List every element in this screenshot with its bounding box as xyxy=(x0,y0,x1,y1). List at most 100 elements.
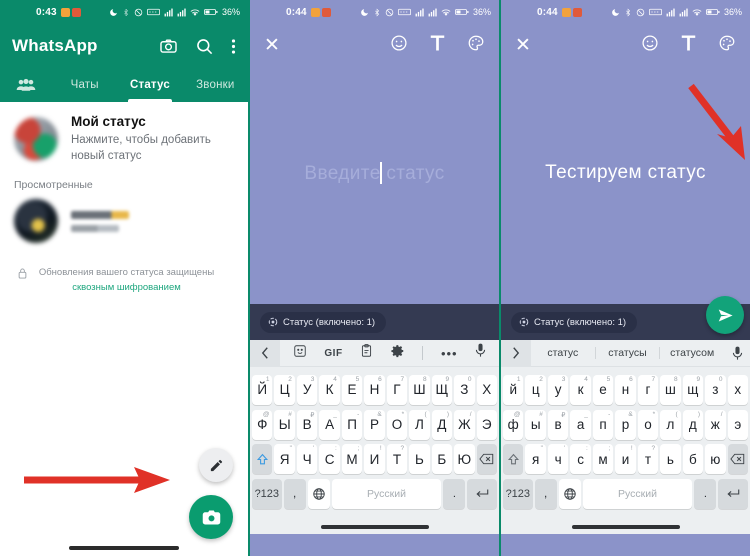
key[interactable]: Ь xyxy=(409,444,430,475)
key[interactable]: ) Д xyxy=(431,409,453,440)
viewed-status-row[interactable] xyxy=(0,195,248,252)
key[interactable]: 5Е xyxy=(341,374,363,405)
key[interactable]: 5е xyxy=(592,374,614,405)
key[interactable]: -П xyxy=(341,409,363,440)
key[interactable]: ₽ В xyxy=(296,409,318,440)
key[interactable]: & Р xyxy=(364,409,385,440)
my-status-row[interactable]: Мой статус Нажмите, чтобы добавить новый… xyxy=(0,102,248,173)
pencil-fab[interactable] xyxy=(199,448,233,482)
key[interactable]: 1Й xyxy=(252,374,273,405)
period-key[interactable]: . xyxy=(443,479,466,510)
key[interactable]: ! и xyxy=(615,444,636,475)
palette-icon[interactable] xyxy=(718,34,736,57)
key[interactable]: ) д xyxy=(682,409,704,440)
key[interactable]: ; М xyxy=(341,444,363,475)
key[interactable]: -п xyxy=(592,409,614,440)
key[interactable]: ю xyxy=(705,444,726,475)
tab-chats[interactable]: Чаты xyxy=(52,68,117,102)
status-privacy-chip[interactable]: Статус (включено: 1) xyxy=(260,311,387,333)
key[interactable]: _ а xyxy=(570,409,591,440)
shift-key[interactable] xyxy=(503,444,524,475)
key[interactable]: 9Щ xyxy=(431,374,453,405)
chevron-right-icon[interactable] xyxy=(501,339,531,367)
key[interactable]: 4к xyxy=(570,374,591,405)
suggestion-item[interactable]: статусы xyxy=(596,347,661,359)
key[interactable]: # Ы xyxy=(274,409,295,440)
key[interactable]: э xyxy=(727,409,748,440)
key[interactable]: б xyxy=(682,444,704,475)
camera-icon[interactable] xyxy=(159,37,178,56)
status-canvas[interactable]: Тестируем статус xyxy=(501,66,750,304)
backspace-key[interactable] xyxy=(476,444,497,475)
clipboard-icon[interactable] xyxy=(360,343,373,363)
key[interactable]: _ А xyxy=(319,409,340,440)
suggestion-item[interactable]: статус xyxy=(531,347,596,359)
tab-calls[interactable]: Звонки xyxy=(183,68,248,102)
key[interactable]: Б xyxy=(431,444,453,475)
globe-key[interactable] xyxy=(307,479,330,510)
key[interactable]: 0З xyxy=(454,374,475,405)
status-text-area[interactable]: Введите статус xyxy=(250,162,499,185)
tab-communities[interactable] xyxy=(0,68,52,102)
key[interactable]: ; м xyxy=(592,444,614,475)
comma-key[interactable]: , xyxy=(283,479,306,510)
key[interactable]: ' ч xyxy=(547,444,569,475)
status-privacy-chip[interactable]: Статус (включено: 1) xyxy=(511,311,638,333)
emoji-icon[interactable] xyxy=(641,34,659,57)
gif-button[interactable]: GIF xyxy=(324,348,342,359)
key[interactable]: 4К xyxy=(319,374,340,405)
more-icon[interactable]: ••• xyxy=(441,346,458,361)
key[interactable]: 2ц xyxy=(525,374,546,405)
suggestion-item[interactable]: статусом xyxy=(660,347,724,359)
mic-icon[interactable] xyxy=(475,343,486,363)
key[interactable]: / ж xyxy=(705,409,726,440)
key[interactable]: 3У xyxy=(296,374,318,405)
key[interactable]: 2Ц xyxy=(274,374,295,405)
key[interactable]: 7г xyxy=(637,374,659,405)
send-fab[interactable] xyxy=(706,296,744,334)
key[interactable]: & р xyxy=(615,409,636,440)
shift-key[interactable] xyxy=(252,444,273,475)
enter-key[interactable] xyxy=(718,479,749,510)
key[interactable]: :с xyxy=(570,444,591,475)
key[interactable]: # ы xyxy=(525,409,546,440)
settings-icon[interactable] xyxy=(391,344,405,363)
key[interactable]: ! И xyxy=(364,444,385,475)
overflow-menu-icon[interactable] xyxy=(231,37,236,56)
key[interactable]: Э xyxy=(476,409,497,440)
key[interactable]: @ ф xyxy=(503,409,524,440)
globe-key[interactable] xyxy=(558,479,581,510)
close-icon[interactable]: ✕ xyxy=(264,34,280,57)
mic-icon[interactable] xyxy=(724,346,750,361)
text-tool-icon[interactable] xyxy=(681,34,696,57)
key[interactable]: 8ш xyxy=(660,374,681,405)
space-key[interactable]: Русский xyxy=(582,479,693,510)
key[interactable]: :С xyxy=(319,444,340,475)
palette-icon[interactable] xyxy=(467,34,485,57)
emoji-icon[interactable] xyxy=(390,34,408,57)
status-text-value[interactable]: Тестируем статус xyxy=(501,162,750,184)
search-icon[interactable] xyxy=(195,37,214,56)
space-key[interactable]: Русский xyxy=(331,479,442,510)
key[interactable]: 6Н xyxy=(364,374,385,405)
key[interactable]: @ Ф xyxy=(252,409,273,440)
key[interactable]: 8Ш xyxy=(409,374,430,405)
key[interactable]: ' Ч xyxy=(296,444,318,475)
numeric-key[interactable]: ?123 xyxy=(251,479,282,510)
key[interactable]: * О xyxy=(386,409,408,440)
key[interactable]: 3у xyxy=(547,374,569,405)
key[interactable]: х xyxy=(727,374,748,405)
status-canvas[interactable]: Введите статус Введите статус xyxy=(250,66,499,304)
key[interactable]: ь xyxy=(660,444,681,475)
encryption-link[interactable]: сквозным шифрованием xyxy=(72,282,181,293)
key[interactable]: 0з xyxy=(705,374,726,405)
key[interactable]: Ю xyxy=(454,444,475,475)
key[interactable]: (л xyxy=(660,409,681,440)
key[interactable]: 7Г xyxy=(386,374,408,405)
sticker-icon[interactable] xyxy=(293,344,307,363)
backspace-key[interactable] xyxy=(727,444,748,475)
key[interactable]: ? т xyxy=(637,444,659,475)
comma-key[interactable]: , xyxy=(534,479,557,510)
key[interactable]: Х xyxy=(476,374,497,405)
key[interactable]: * о xyxy=(637,409,659,440)
